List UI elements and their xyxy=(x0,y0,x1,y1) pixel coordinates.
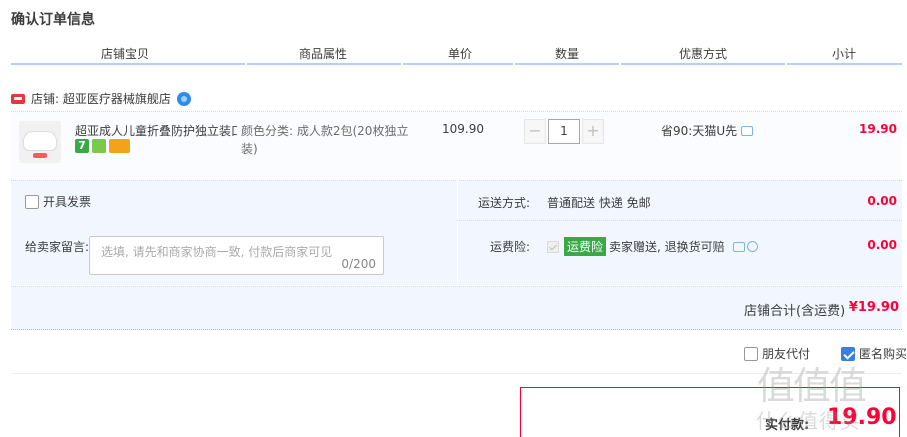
page-title: 确认订单信息 xyxy=(11,12,95,28)
header-underline xyxy=(403,63,513,65)
product-name-link[interactable]: 超亚成人儿童折叠防护独立装口... xyxy=(75,122,237,139)
watermark-logo: 值值值 xyxy=(757,364,867,408)
invoice-checkbox[interactable] xyxy=(25,194,39,209)
credit-card-icon[interactable] xyxy=(109,139,130,153)
service-badges: 7 xyxy=(75,139,130,153)
product-attributes: 颜色分类: 成人款2包(20枚独立 装) xyxy=(241,122,411,158)
unit-price: 109.90 xyxy=(442,122,484,136)
seller-message-field[interactable]: 选填, 请先和商家协商一致, 付款后商家可见 0/200 xyxy=(89,236,384,275)
seven-day-return-icon[interactable]: 7 xyxy=(75,139,89,153)
header-underline xyxy=(515,63,619,65)
increase-button[interactable]: + xyxy=(582,119,604,144)
comment-icon[interactable] xyxy=(732,241,745,252)
insurance-badge: 运费险 xyxy=(564,237,607,256)
quality-guarantee-icon[interactable] xyxy=(92,139,106,153)
shipping-insurance: 运费险 卖家赠送, 退换货可赔 xyxy=(547,237,758,256)
column-header-price: 单价 xyxy=(447,47,472,61)
shipping-label: 运送方式: xyxy=(478,196,531,210)
column-header-item: 店铺宝贝 xyxy=(100,47,149,61)
quantity-stepper: − 1 + xyxy=(524,119,604,144)
tmall-icon xyxy=(11,93,25,104)
item-subtotal: 19.90 xyxy=(859,122,897,136)
quantity-input[interactable]: 1 xyxy=(548,119,580,144)
insurance-label: 运费险: xyxy=(490,240,531,254)
help-icon[interactable] xyxy=(746,241,758,252)
product-thumbnail[interactable] xyxy=(19,121,61,163)
invoice-label: 开具发票 xyxy=(43,195,92,209)
column-header-attributes: 商品属性 xyxy=(298,47,347,61)
header-underline xyxy=(247,63,401,65)
message-label: 给卖家留言: xyxy=(25,240,90,254)
message-char-count: 0/200 xyxy=(341,257,376,271)
store-total-label: 店铺合计(含运费) xyxy=(744,304,846,319)
message-placeholder: 选填, 请先和商家协商一致, 付款后商家可见 xyxy=(101,245,333,259)
insurance-cost: 0.00 xyxy=(867,238,897,252)
wangwang-chat-icon[interactable] xyxy=(176,91,191,106)
store-total-value: ¥19.90 xyxy=(848,300,899,315)
comment-icon[interactable] xyxy=(741,125,754,136)
insurance-checkbox xyxy=(547,240,559,253)
attribute-line: 颜色分类: 成人款2包(20枚独立 xyxy=(241,124,409,138)
product-tag xyxy=(33,153,47,158)
shipping-method: 普通配送 快递 免邮 xyxy=(547,196,651,210)
shipping-cost: 0.00 xyxy=(867,194,897,208)
store-row: 店铺: 超亚医疗器械旗舰店 xyxy=(11,90,191,107)
promotion-text: 省90:天猫U先 xyxy=(661,124,738,138)
divider xyxy=(457,180,458,285)
column-header-subtotal: 小计 xyxy=(831,47,856,61)
header-underline xyxy=(621,63,785,65)
column-header-quantity: 数量 xyxy=(554,47,579,61)
invoice-option[interactable]: 开具发票 xyxy=(25,193,91,210)
watermark-text: 什么值得买 xyxy=(756,409,861,433)
store-name[interactable]: 店铺: 超亚医疗器械旗舰店 xyxy=(31,90,171,107)
anonymous-label: 匿名购买 xyxy=(859,347,907,361)
divider xyxy=(457,220,902,221)
mask-image xyxy=(23,131,57,151)
promotion: 省90:天猫U先 xyxy=(661,122,754,139)
attribute-line: 装) xyxy=(241,142,258,156)
header-underline xyxy=(11,63,245,65)
header-underline xyxy=(787,63,902,65)
insurance-text: 卖家赠送, 退换货可赔 xyxy=(609,240,725,254)
decrease-button[interactable]: − xyxy=(524,119,546,144)
column-header-promotion: 优惠方式 xyxy=(678,47,727,61)
friend-pay-checkbox[interactable] xyxy=(744,346,758,361)
